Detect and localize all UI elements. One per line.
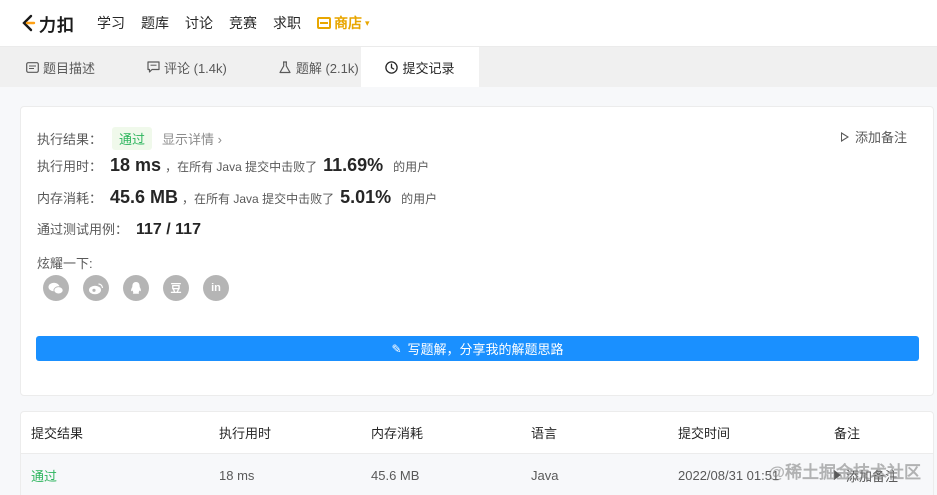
leetcode-logo[interactable]: 力扣 bbox=[20, 11, 75, 36]
nav-item-learn[interactable]: 学习 bbox=[97, 13, 125, 33]
result-status-row: 执行结果： 通过 显示详情 › bbox=[37, 127, 222, 150]
runtime-row: 执行用时： 18 ms ，在所有 Java 提交中击败了 11.69% 的用户 bbox=[37, 155, 429, 176]
document-icon bbox=[26, 61, 39, 74]
nav-item-discuss[interactable]: 讨论 bbox=[185, 13, 213, 33]
clock-icon bbox=[385, 60, 399, 74]
row-submit-time: 2022/08/31 01:51 bbox=[678, 467, 780, 483]
row-result-link[interactable]: 通过 bbox=[31, 466, 57, 485]
header-language: 语言 bbox=[531, 426, 558, 441]
header-runtime: 执行用时 bbox=[219, 426, 272, 441]
nav-item-problems[interactable]: 题库 bbox=[141, 13, 169, 33]
comment-icon bbox=[147, 61, 160, 74]
row-runtime: 18 ms bbox=[219, 467, 255, 483]
leetcode-logo-icon bbox=[22, 14, 36, 32]
header-result: 提交结果 bbox=[31, 426, 84, 441]
header-submit-time: 提交时间 bbox=[678, 426, 731, 441]
nav-item-contest[interactable]: 竞赛 bbox=[229, 13, 257, 33]
tab-submissions[interactable]: 提交记录 bbox=[361, 47, 479, 87]
qq-icon[interactable] bbox=[123, 275, 149, 301]
memory-percentile: 5.01% bbox=[340, 187, 392, 207]
share-icons: 豆 in bbox=[43, 275, 243, 301]
store-label: 商店 bbox=[334, 15, 362, 31]
tab-label: 题目描述 bbox=[43, 60, 96, 76]
status-label: 执行结果： bbox=[37, 132, 103, 147]
row-language: Java bbox=[531, 467, 559, 483]
header-note: 备注 bbox=[834, 426, 861, 441]
table-header: 提交结果 执行用时 内存消耗 语言 提交时间 备注 bbox=[21, 412, 933, 454]
write-solution-label: 写题解，分享我的解题思路 bbox=[407, 342, 564, 357]
runtime-percentile: 11.69% bbox=[323, 155, 384, 175]
wechat-icon[interactable] bbox=[43, 275, 69, 301]
nav-item-jobs[interactable]: 求职 bbox=[273, 13, 301, 33]
top-navbar: 力扣 学习 题库 讨论 竞赛 求职 商店 ▾ bbox=[0, 0, 937, 47]
users-suffix: 的用户 bbox=[393, 160, 430, 174]
submission-result-card: 执行结果： 通过 显示详情 › 添加备注 执行用时： 18 ms ，在所有 Ja… bbox=[20, 106, 934, 396]
header-memory: 内存消耗 bbox=[371, 426, 424, 441]
linkedin-icon[interactable]: in bbox=[203, 275, 229, 301]
tab-label: 评论 (1.4k) bbox=[164, 60, 227, 76]
tab-label: 提交记录 bbox=[402, 60, 455, 76]
add-note-label: 添加备注 bbox=[854, 130, 907, 145]
memory-row: 内存消耗： 45.6 MB ，在所有 Java 提交中击败了 5.01% 的用户 bbox=[37, 187, 437, 208]
runtime-label: 执行用时： bbox=[37, 159, 103, 174]
memory-text: ，在所有 Java 提交中击败了 bbox=[182, 192, 335, 206]
memory-value: 45.6 MB bbox=[110, 187, 179, 207]
status-badge: 通过 bbox=[112, 127, 153, 150]
nav-item-store[interactable]: 商店 ▾ bbox=[317, 13, 370, 33]
brand-name: 力扣 bbox=[39, 15, 75, 35]
runtime-value: 18 ms bbox=[110, 155, 162, 175]
row-memory: 45.6 MB bbox=[371, 467, 420, 483]
write-solution-button[interactable]: ✎ 写题解，分享我的解题思路 bbox=[36, 336, 919, 361]
users-suffix: 的用户 bbox=[401, 192, 438, 206]
douban-icon[interactable]: 豆 bbox=[163, 275, 189, 301]
caret-down-icon: ▾ bbox=[365, 17, 370, 28]
pencil-icon: ✎ bbox=[391, 341, 402, 356]
problem-tabs: 题目描述 评论 (1.4k) 题解 (2.1k) 提交记录 bbox=[0, 47, 937, 87]
runtime-text: ，在所有 Java 提交中击败了 bbox=[165, 160, 318, 174]
share-label: 炫耀一下: bbox=[37, 256, 93, 271]
show-details-link[interactable]: 显示详情 › bbox=[162, 129, 222, 148]
tab-description[interactable]: 题目描述 bbox=[0, 47, 121, 87]
tab-label: 题解 (2.1k) bbox=[295, 60, 359, 76]
store-icon bbox=[317, 17, 331, 29]
testcases-row: 通过测试用例： 117 / 117 bbox=[37, 219, 205, 239]
weibo-icon[interactable] bbox=[83, 275, 109, 301]
testcases-value: 117 / 117 bbox=[136, 221, 201, 238]
play-icon bbox=[840, 131, 849, 142]
flask-icon bbox=[279, 60, 292, 74]
memory-label: 内存消耗： bbox=[37, 191, 103, 206]
watermark: @稀土掘金技术社区 bbox=[768, 463, 921, 482]
share-row: 炫耀一下: bbox=[37, 253, 93, 272]
testcases-label: 通过测试用例： bbox=[37, 222, 129, 237]
tab-comments[interactable]: 评论 (1.4k) bbox=[121, 47, 253, 87]
add-note-button[interactable]: 添加备注 bbox=[840, 127, 907, 146]
